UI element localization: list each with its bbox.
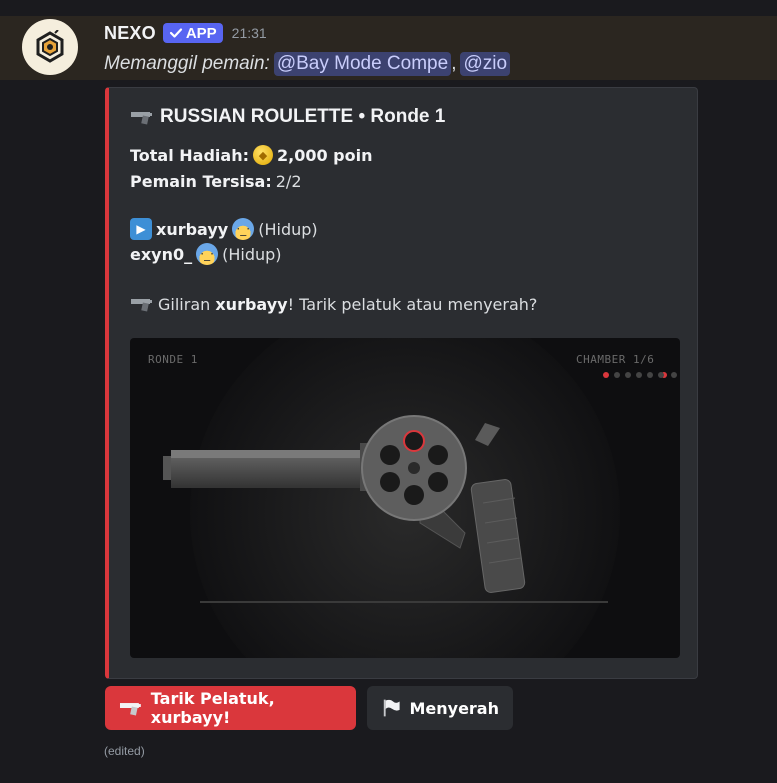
player-row: exyn0_ ·_· (Hidup) [130, 243, 282, 265]
game-embed: RUSSIAN ROULETTE • Ronde 1 Total Hadiah:… [105, 87, 698, 679]
message-header: NEXO APP 21:31 [104, 20, 267, 46]
player-status: (Hidup) [258, 219, 318, 239]
white-flag-icon [383, 699, 400, 717]
chamber-dot [625, 372, 631, 378]
anxious-face-icon: ·_· [232, 218, 255, 240]
app-badge-label: APP [185, 24, 217, 42]
mention-user-2[interactable]: @zio [460, 52, 511, 76]
pull-trigger-label: Tarik Pelatuk, xurbayy! [150, 689, 275, 727]
message-content: Memanggil pemain: @Bay Mode Compe , @zio [104, 50, 511, 78]
username[interactable]: NEXO [104, 23, 156, 44]
turn-player: xurbayy [215, 294, 288, 314]
mention-separator: , [451, 53, 457, 74]
anxious-face-icon: ·_· [196, 243, 219, 265]
chamber-dot [658, 372, 664, 378]
chamber-dot [636, 372, 642, 378]
chamber-dot [647, 372, 653, 378]
player-name: exyn0_ [130, 244, 193, 264]
surrender-button[interactable]: Menyerah [367, 686, 513, 730]
turn-suffix: ! Tarik pelatuk atau menyerah? [287, 294, 538, 314]
player-status: (Hidup) [222, 244, 282, 264]
revolver-image[interactable]: RONDE 1 CHAMBER 1/6 [130, 338, 680, 658]
mention-user-1[interactable]: @Bay Mode Compe [273, 52, 452, 76]
chamber-label: CHAMBER 1/6 [576, 353, 655, 366]
player-row: ▶ xurbayy ·_· (Hidup) [130, 218, 318, 240]
turn-prefix: Giliran [158, 294, 211, 314]
revolver-illustration [163, 338, 677, 658]
pistol-icon [131, 112, 152, 125]
round-label: RONDE 1 [148, 353, 198, 366]
verified-check-icon [169, 28, 182, 38]
player-name: xurbayy [156, 219, 229, 239]
chamber-indicator [603, 372, 664, 378]
pistol-icon [131, 299, 152, 312]
surrender-label: Menyerah [409, 698, 499, 718]
prize-line: Total Hadiah: ◆ 2,000 poin [130, 144, 373, 166]
turn-line: Giliran xurbayy! Tarik pelatuk atau meny… [130, 293, 537, 315]
remaining-line: Pemain Tersisa: 2/2 [130, 170, 302, 192]
app-badge: APP [162, 23, 223, 43]
coin-icon: ◆ [253, 145, 273, 165]
pull-trigger-button[interactable]: Tarik Pelatuk, xurbayy! [105, 686, 356, 730]
prize-value: 2,000 poin [277, 145, 373, 165]
play-arrow-icon: ▶ [130, 218, 152, 240]
embed-title: RUSSIAN ROULETTE • Ronde 1 [130, 104, 445, 130]
hexagon-logo-icon [36, 30, 64, 63]
chamber-dot-active [603, 372, 609, 378]
chamber-dot [614, 372, 620, 378]
prize-label: Total Hadiah: [130, 145, 249, 165]
pistol-icon [119, 703, 141, 716]
content-prefix: Memanggil pemain: [104, 53, 270, 74]
timestamp[interactable]: 21:31 [232, 25, 267, 41]
embed-title-text: RUSSIAN ROULETTE • Ronde 1 [160, 106, 446, 127]
remaining-value: 2/2 [275, 171, 302, 191]
bot-avatar[interactable] [22, 19, 78, 75]
edited-indicator: (edited) [104, 744, 145, 758]
remaining-label: Pemain Tersisa: [130, 171, 272, 191]
